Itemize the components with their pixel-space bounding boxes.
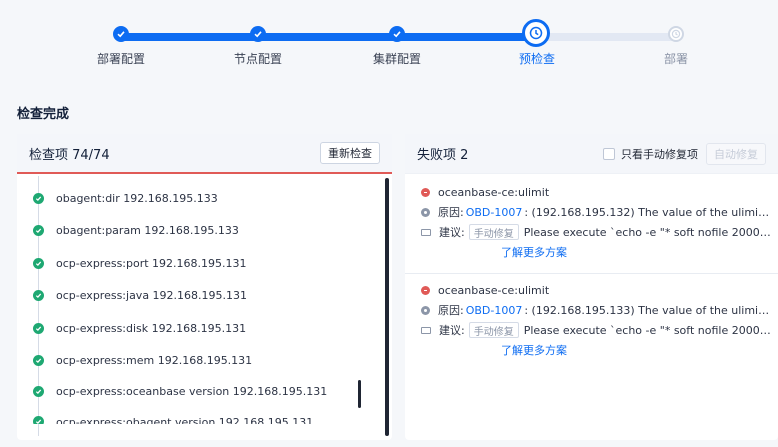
auto-fix-button[interactable]: 自动修复: [706, 142, 766, 165]
advice-label: 建议:: [439, 226, 465, 239]
suggestion-icon: [421, 228, 431, 236]
step-5-clock-icon: [668, 26, 684, 42]
check-success-icon: [33, 354, 44, 366]
check-item-label: ocp-express:oceanbase version 192.168.19…: [56, 384, 328, 398]
check-success-icon: [33, 192, 44, 204]
list-item: ocp-express:java 192.168.195.131: [33, 285, 247, 305]
list-item: ocp-express:mem 192.168.195.131: [33, 350, 252, 370]
advice-text: Please execute `echo -e "* soft nofile 2…: [523, 323, 771, 337]
manual-only-checkbox[interactable]: [603, 147, 615, 160]
check-item-label: ocp-express:java 192.168.195.131: [56, 288, 248, 302]
manual-only-label: 只看手动修复项: [621, 147, 698, 161]
info-icon: [421, 207, 430, 217]
failed-items-header: 失败项 2 只看手动修复项 自动修复: [405, 134, 778, 174]
list-item: obagent:dir 192.168.195.133: [33, 188, 218, 208]
step-4-clock-icon: [522, 19, 550, 47]
failure-divider: [405, 273, 778, 274]
failure-item: oceanbase-ce:ulimit 原因: OBD-1007 : (192.…: [421, 280, 771, 360]
list-item: obagent:param 192.168.195.133: [33, 220, 239, 240]
learn-more-link[interactable]: 了解更多方案: [421, 242, 771, 262]
manual-fix-tag: 手动修复: [468, 322, 519, 338]
learn-more-link[interactable]: 了解更多方案: [421, 340, 771, 360]
section-title: 检查完成: [17, 107, 70, 122]
check-item-label: obagent:dir 192.168.195.133: [56, 191, 218, 205]
check-item-label: ocp-express:obagent version 192.168.195.…: [56, 416, 314, 424]
error-icon: [421, 187, 430, 197]
scrollbar[interactable]: [385, 178, 389, 436]
reason-label: 原因:: [438, 206, 464, 219]
check-item-label: ocp-express:mem 192.168.195.131: [56, 353, 253, 367]
deploy-steps: 部署配置 节点配置 集群配置 预检查 部署: [0, 0, 778, 80]
check-items-list[interactable]: obagent:dir 192.168.195.133 obagent:para…: [17, 176, 392, 440]
failure-name: oceanbase-ce:ulimit: [438, 283, 550, 297]
check-items-title: 检查项 74/74: [29, 147, 110, 163]
reason-code-link[interactable]: OBD-1007: [466, 206, 523, 219]
step-1-label: 部署配置: [96, 52, 145, 66]
failure-item: oceanbase-ce:ulimit 原因: OBD-1007 : (192.…: [421, 182, 771, 262]
check-items-header: 检查项 74/74 重新检查: [17, 134, 392, 174]
step-3-check-icon: [389, 26, 405, 42]
steps-progress-remaining: [536, 33, 676, 41]
failure-advice-row: 建议: 手动修复 Please execute `echo -e "* soft…: [421, 320, 771, 340]
list-item: ocp-express:port 192.168.195.131: [33, 253, 247, 273]
step-4-label: 预检查: [518, 52, 555, 66]
scroll-grip[interactable]: [358, 380, 361, 408]
steps-progress-done: [120, 33, 536, 41]
check-success-icon: [33, 289, 44, 301]
step-3-label: 集群配置: [372, 52, 421, 66]
failed-items-panel: 失败项 2 只看手动修复项 自动修复 oceanbase-ce:ulimit 原…: [405, 134, 778, 440]
failed-items-title: 失败项 2: [417, 148, 469, 163]
failure-name-row: oceanbase-ce:ulimit: [421, 280, 771, 300]
manual-only-filter[interactable]: 只看手动修复项: [603, 146, 698, 162]
reason-code-link[interactable]: OBD-1007: [466, 304, 523, 317]
check-items-panel: 检查项 74/74 重新检查 obagent:dir 192.168.195.1…: [17, 134, 392, 440]
check-success-icon: [33, 257, 44, 269]
check-success-icon: [33, 322, 44, 334]
reason-text: : (192.168.195.133) The value of the uli…: [524, 303, 771, 317]
reason-label: 原因:: [438, 304, 464, 317]
reason-text: : (192.168.195.132) The value of the uli…: [524, 205, 771, 219]
failure-name-row: oceanbase-ce:ulimit: [421, 182, 771, 202]
check-item-label: ocp-express:port 192.168.195.131: [56, 256, 247, 270]
failure-advice-row: 建议: 手动修复 Please execute `echo -e "* soft…: [421, 222, 771, 242]
check-success-icon: [33, 385, 44, 397]
advice-label: 建议:: [439, 324, 465, 337]
suggestion-icon: [421, 326, 431, 334]
step-1-check-icon: [113, 26, 129, 42]
advice-text: Please execute `echo -e "* soft nofile 2…: [523, 225, 771, 239]
check-success-icon: [33, 416, 44, 424]
step-2-check-icon: [250, 26, 266, 42]
step-5-label: 部署: [663, 52, 688, 66]
list-item: ocp-express:obagent version 192.168.195.…: [33, 412, 313, 424]
error-icon: [421, 285, 430, 295]
failure-reason-row: 原因: OBD-1007 : (192.168.195.132) The val…: [421, 202, 771, 222]
check-item-label: obagent:param 192.168.195.133: [56, 223, 239, 237]
info-icon: [421, 305, 430, 315]
step-2-label: 节点配置: [233, 52, 282, 66]
failure-reason-row: 原因: OBD-1007 : (192.168.195.133) The val…: [421, 300, 771, 320]
list-item: ocp-express:disk 192.168.195.131: [33, 318, 246, 338]
check-success-icon: [33, 224, 44, 236]
failure-name: oceanbase-ce:ulimit: [438, 185, 550, 199]
list-item: ocp-express:oceanbase version 192.168.19…: [33, 381, 327, 401]
manual-fix-tag: 手动修复: [468, 224, 519, 240]
check-item-label: ocp-express:disk 192.168.195.131: [56, 321, 247, 335]
recheck-button[interactable]: 重新检查: [320, 142, 380, 164]
